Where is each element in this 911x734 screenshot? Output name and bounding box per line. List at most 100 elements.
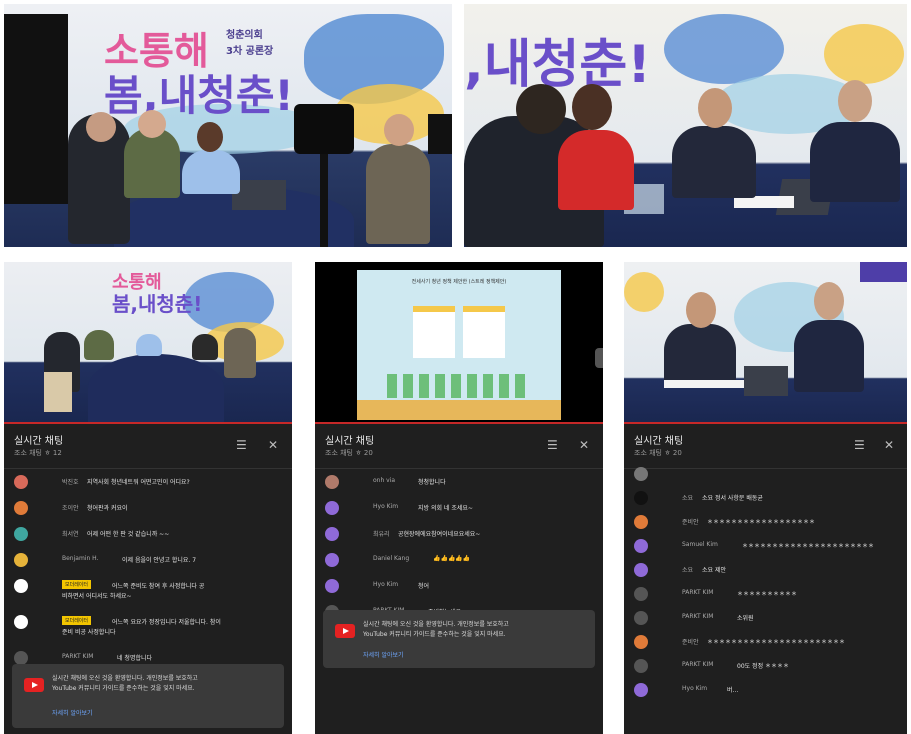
chat-message[interactable] (624, 464, 907, 482)
chat-author-name: onh via (373, 477, 396, 484)
event-name-line1: 청춘의회 (226, 30, 263, 41)
chat-author-name: 최서연 (62, 531, 79, 538)
chat-message[interactable]: 모더레이터 어느쪽 요요가 정장입니다 저울합니다. 참이 준비 비공 사정합니다 (4, 612, 292, 642)
chat-author-name: PARKT KIM (682, 661, 714, 668)
slide-floor (357, 400, 561, 420)
person-panelist (558, 130, 634, 210)
chat-title: 실시간 채팅 (14, 436, 64, 447)
chat-author-name: 준비안 (682, 639, 699, 646)
close-icon[interactable]: ✕ (579, 438, 589, 452)
chat-message[interactable]: Hyo Kim 청어 (315, 576, 603, 596)
person-panelist (197, 122, 223, 152)
chat-author-name: 조이안 (62, 505, 79, 512)
person-panelist (136, 334, 162, 356)
chat-message[interactable]: 소요 소요 정서 사항문 배동균 (624, 488, 907, 506)
slide-card-right (463, 306, 505, 358)
live-chat-panel-2: 실시간 채팅 조소 채팅 ㅎ 20 ☰ ✕ onh via 청청합니다 Hyo Ki… (315, 424, 603, 734)
person-panelist (138, 110, 166, 138)
video-camera (294, 104, 354, 154)
chat-message-text: 청어판과 커요이 (87, 505, 128, 512)
chat-message-text: 이제 음을이 안녕고 합니요. 7 (122, 557, 197, 564)
chat-message-text: ＊＊＊＊＊＊＊＊＊＊ (737, 591, 798, 598)
backdrop-cloud-decoration (824, 24, 904, 84)
user-avatar (634, 587, 648, 601)
chat-author-name: Hyo Kim (682, 685, 708, 692)
moderator-badge: 모더레이터 (62, 580, 92, 589)
chat-message[interactable]: 준비안 ＊＊＊＊＊＊＊＊＊＊＊＊＊＊＊＊＊＊＊＊＊＊＊ (624, 632, 907, 650)
chat-title: 실시간 채팅 (325, 436, 375, 447)
user-avatar (14, 615, 28, 629)
chat-message-text: 👍👍👍👍👍 (433, 555, 471, 562)
chair (44, 372, 72, 412)
learn-more-link[interactable]: 자세히 알아보기 (52, 708, 93, 717)
person-panelist (664, 324, 736, 386)
chat-message[interactable]: PARKT KIM 소위원 (624, 608, 907, 626)
chat-message[interactable]: Hyo Kim 버... (624, 680, 907, 698)
photo-panel-discussion-wide: 소통해 봄,내청춘! 청춘의회 3차 공론장 (4, 4, 452, 247)
close-icon[interactable]: ✕ (268, 438, 278, 452)
chat-message[interactable]: 최서연 어제 어떤 한 판 것 같습니까 ~~ (4, 524, 292, 544)
chat-message[interactable]: 모더레이터 어느쪽 준비도 참여 후 사정합니다 공비하면서 어디서도 하세요~ (4, 576, 292, 606)
tv-screen (428, 114, 452, 154)
slide-card-left (413, 306, 455, 358)
user-avatar (634, 491, 648, 505)
chat-message-text: ＊＊＊＊＊＊＊＊＊＊＊＊＊＊＊＊＊＊ (707, 519, 816, 526)
chat-message[interactable]: 최유리 공현장에에요참여이네요요세요~ (315, 524, 603, 544)
chat-message-text: 어느쪽 준비도 참여 후 사정합니다 공 (112, 583, 205, 590)
chat-message[interactable]: PARKT KIM 00도 정정 ＊＊＊＊ (624, 656, 907, 674)
chat-message-text: 청청합니다 (418, 479, 446, 486)
chat-message[interactable]: Benjamin H. 이제 음을이 안녕고 합니요. 7 (4, 550, 292, 570)
chat-message-text: 00도 정정 ＊＊＊＊ (737, 663, 790, 670)
user-avatar (634, 611, 648, 625)
user-avatar (325, 579, 339, 593)
slide-next-arrow-icon[interactable] (595, 348, 603, 368)
user-avatar (14, 651, 28, 665)
chat-author-name: PARKT KIM (62, 653, 94, 660)
papers (664, 380, 744, 388)
person-panelist (366, 144, 430, 244)
chat-message[interactable]: 소요 소요 제안 (624, 560, 907, 578)
chat-message-text: 소위원 (737, 615, 754, 622)
menu-icon[interactable]: ☰ (547, 438, 558, 452)
chat-mode-selector[interactable]: 조소 채팅 ㅎ 20 (325, 448, 373, 458)
learn-more-link[interactable]: 자세히 알아보기 (363, 650, 404, 659)
chat-message[interactable]: 준비안 ＊＊＊＊＊＊＊＊＊＊＊＊＊＊＊＊＊＊ (624, 512, 907, 530)
slogan-line2: 봄,내청춘! (104, 71, 294, 120)
live-chat-panel-1: 실시간 채팅 조소 채팅 ㅎ 12 ☰ ✕ 박진호 지역사회 청년네트워 어떤고민… (4, 424, 292, 734)
person-panelist (384, 114, 414, 146)
chat-message[interactable]: Hyo Kim 지방 의회 네 조세요~ (315, 498, 603, 518)
chat-message[interactable]: 박진호 지역사회 청년네트워 어떤고민이 어디요? (4, 472, 292, 492)
chat-author-name: Hyo Kim (373, 581, 399, 588)
user-avatar (14, 501, 28, 515)
live-chat-panel-3: 실시간 채팅 조소 채팅 ㅎ 20 ☰ ✕ 소요 소요 정서 사항문 배동균준비안… (624, 424, 907, 734)
person-panelist (192, 334, 218, 360)
person-panelist (86, 112, 116, 142)
menu-icon[interactable]: ☰ (854, 438, 865, 452)
chat-message-text: 소요 제안 (702, 567, 726, 574)
chat-message[interactable]: onh via 청청합니다 (315, 472, 603, 492)
camera-monitor-stand (4, 14, 68, 204)
chat-mode-selector[interactable]: 조소 채팅 ㅎ 20 (634, 448, 682, 458)
chat-welcome-notice: 실시간 채팅에 오신 것을 환영합니다. 개인정보를 보호하고 YouTube 커… (12, 664, 284, 728)
chat-message-text: 비하면서 어디서도 하세요~ (62, 593, 132, 600)
person-panelist (124, 128, 180, 198)
person-panelist (686, 292, 716, 328)
chat-author-name: 소요 (682, 495, 694, 502)
chat-message-text: ＊＊＊＊＊＊＊＊＊＊＊＊＊＊＊＊＊＊＊＊＊＊＊ (707, 639, 846, 646)
close-icon[interactable]: ✕ (884, 438, 894, 452)
user-avatar (325, 553, 339, 567)
chat-message[interactable]: 조이안 청어판과 커요이 (4, 498, 292, 518)
chat-message[interactable]: PARKT KIM ＊＊＊＊＊＊＊＊＊＊ (624, 584, 907, 602)
chat-message-text: 어제 어떤 한 판 것 같습니까 ~~ (87, 531, 170, 538)
chat-message[interactable]: Daniel Kang 👍👍👍👍👍 (315, 550, 603, 570)
menu-icon[interactable]: ☰ (236, 438, 247, 452)
chat-message-text: ＊＊＊＊＊＊＊＊＊＊＊＊＊＊＊＊＊＊＊＊＊＊ (742, 543, 875, 550)
chat-message[interactable]: Samuel Kim ＊＊＊＊＊＊＊＊＊＊＊＊＊＊＊＊＊＊＊＊＊＊ (624, 536, 907, 554)
chat-title: 실시간 채팅 (634, 436, 684, 447)
stream-screen-1-video: 소통해 봄,내청춘! (4, 262, 292, 422)
stream-screen-2-video: 전세사기 청년 정책 제안한 (스트레 정책제안) (315, 262, 603, 422)
slide-illustration-people (387, 374, 531, 398)
chat-mode-selector[interactable]: 조소 채팅 ㅎ 12 (14, 448, 62, 458)
chat-header: 실시간 채팅 조소 채팅 ㅎ 20 ☰ ✕ (624, 424, 907, 469)
event-name-line2: 3차 공론장 (226, 46, 274, 57)
